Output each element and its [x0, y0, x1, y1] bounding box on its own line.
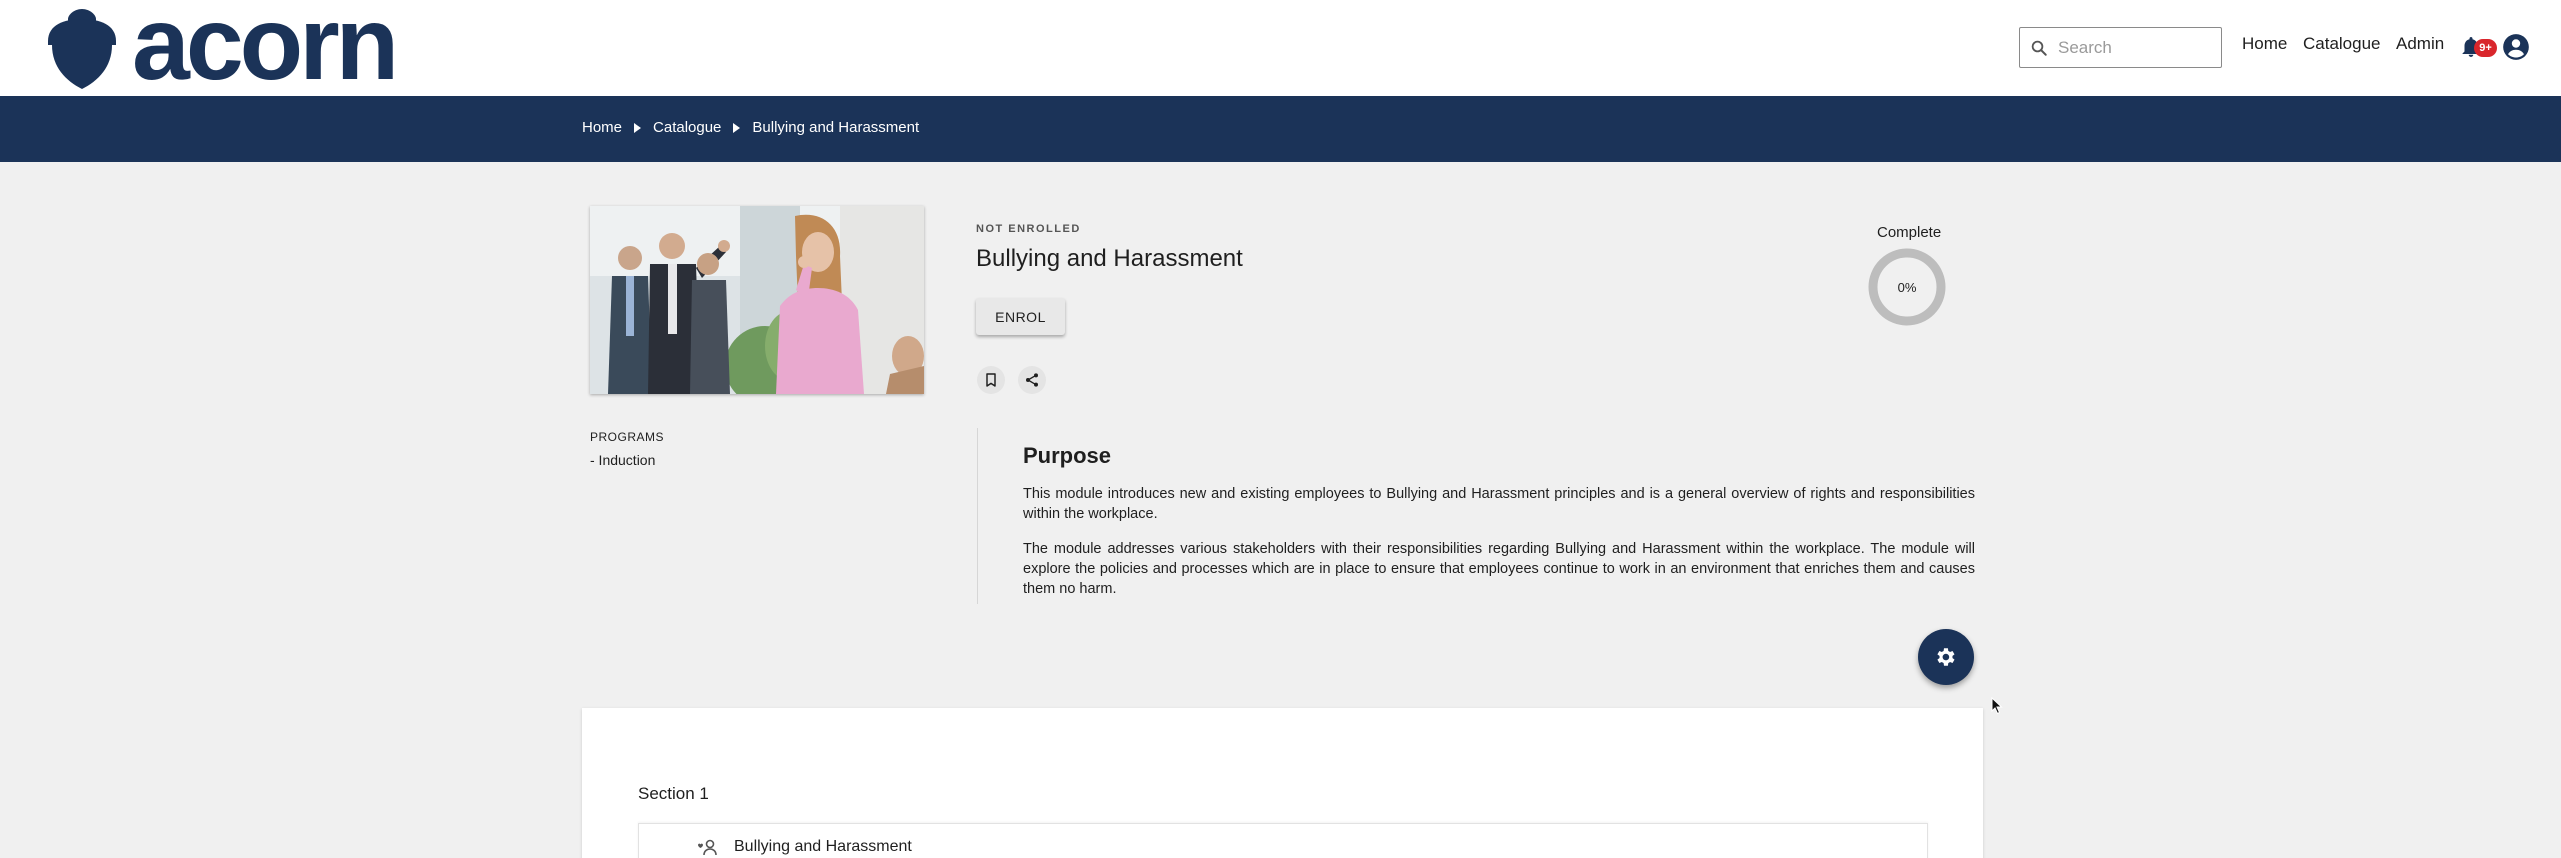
notification-badge: 9+ — [2474, 39, 2497, 57]
enrol-button[interactable]: ENROL — [976, 298, 1065, 335]
acorn-logo-icon — [48, 9, 116, 89]
settings-fab[interactable] — [1918, 629, 1974, 685]
purpose-title: Purpose — [1023, 443, 1112, 468]
programs-label: PROGRAMS — [590, 430, 665, 444]
top-header: acorn Home Catalogue Admin 9+ — [0, 0, 2561, 96]
program-item[interactable]: - Induction — [590, 452, 655, 468]
chevron-right-icon — [733, 122, 741, 133]
course-title: Bullying and Harassment — [976, 245, 1243, 272]
mouse-cursor-icon — [1991, 697, 2003, 715]
search-icon — [2031, 40, 2047, 56]
purpose-paragraph-2: The module addresses various stakeholder… — [1023, 541, 1975, 597]
share-button[interactable] — [1018, 366, 1046, 394]
course-image — [590, 206, 924, 394]
activity-title: Bullying and Harassment — [734, 838, 912, 855]
section-title: Section 1 — [638, 784, 709, 803]
breadcrumb-current: Bullying and Harassment — [752, 119, 920, 136]
progress-percent: 0% — [1897, 279, 1917, 295]
nav-catalogue[interactable]: Catalogue — [2303, 34, 2381, 54]
search-box[interactable] — [2019, 27, 2222, 68]
breadcrumb-bar: Home Catalogue Bullying and Harassment — [0, 96, 2561, 162]
breadcrumb: Home Catalogue Bullying and Harassment — [582, 119, 919, 136]
enrolment-status: NOT ENROLLED — [976, 223, 1081, 235]
chevron-right-icon — [634, 122, 642, 133]
purpose-paragraph-1: This module introduces new and existing … — [1023, 486, 1975, 522]
search-input[interactable] — [2058, 37, 2208, 58]
complete-label: Complete — [1877, 224, 1942, 241]
nav-admin[interactable]: Admin — [2396, 34, 2444, 54]
acorn-logo[interactable]: acorn — [44, 0, 399, 96]
activity-people-icon — [698, 839, 717, 856]
gear-icon — [1937, 648, 1955, 666]
breadcrumb-catalogue[interactable]: Catalogue — [653, 119, 721, 136]
bookmark-button[interactable] — [977, 366, 1005, 394]
brand-wordmark: acorn — [132, 0, 399, 102]
breadcrumb-home[interactable]: Home — [582, 119, 622, 136]
account-icon[interactable] — [2502, 33, 2530, 61]
section-card: Section 1 Bullying and Harassment — [582, 708, 1983, 858]
share-icon — [1026, 373, 1038, 387]
nav-home[interactable]: Home — [2242, 34, 2287, 54]
bookmark-icon — [986, 373, 996, 387]
activity-row[interactable]: Bullying and Harassment — [638, 823, 1928, 858]
divider — [977, 428, 978, 604]
